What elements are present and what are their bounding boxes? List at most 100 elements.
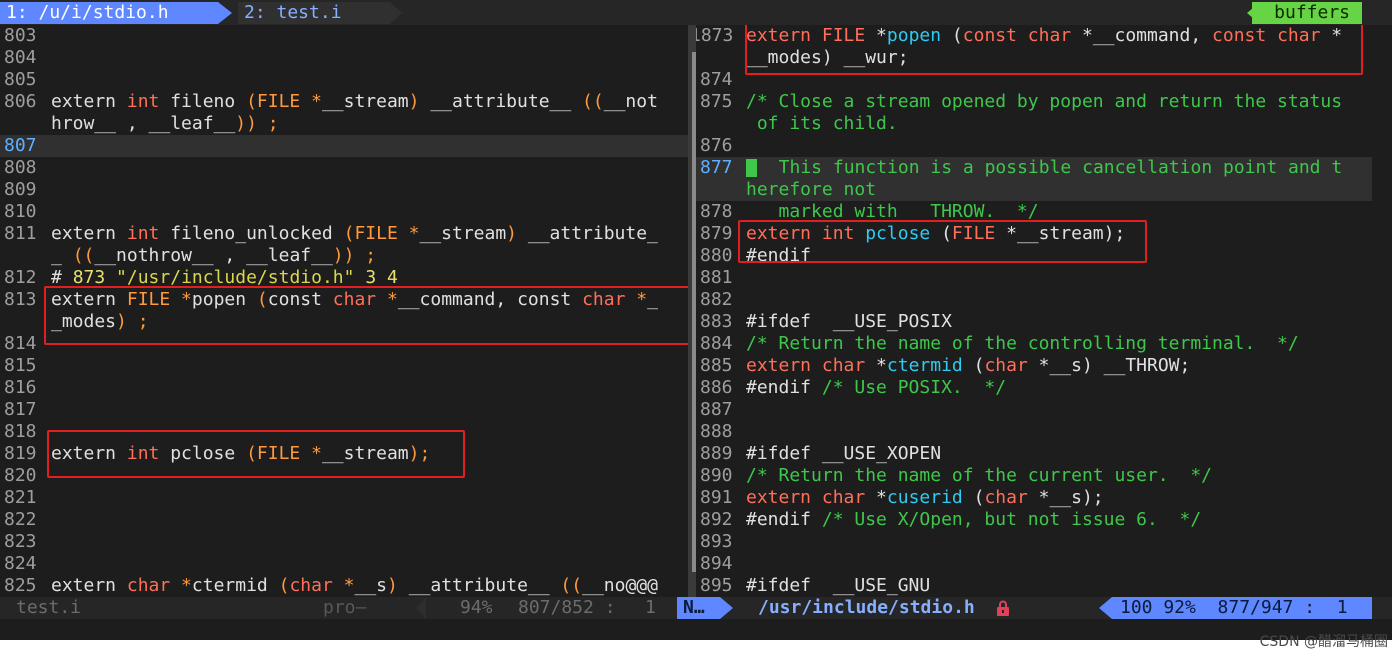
code-token: )) ; xyxy=(332,245,377,266)
code-token: __attribute_ xyxy=(517,223,658,244)
tab-separator-arrow xyxy=(390,2,402,24)
line-number: 879 xyxy=(700,223,733,244)
line-number: 889 xyxy=(700,443,733,464)
code-token: __not xyxy=(603,91,658,112)
code-token: This function is a possible cancellation… xyxy=(757,157,1343,178)
code-token: #endif xyxy=(746,509,822,530)
buffers-label[interactable]: buffers xyxy=(1252,2,1362,24)
line-number: 806 xyxy=(4,91,37,112)
right-status-filename: /usr/include/stdio.h xyxy=(758,597,975,618)
left-status-column: 1 xyxy=(645,597,656,618)
code-token: ctermid xyxy=(886,355,974,376)
code-token: ( xyxy=(973,487,985,508)
code-text: _ ((__nothrow__ , __leaf__)) ; xyxy=(51,245,376,267)
code-text: #endif /* Use X/Open, but not issue 6. *… xyxy=(746,509,1201,531)
statusline: test.i pro– 94% 807/852 : 1 N… /usr/incl… xyxy=(0,597,1392,619)
code-text: extern int fileno (FILE *__stream) __att… xyxy=(51,91,658,113)
line-number: 805 xyxy=(4,69,37,90)
code-text: extern int fileno_unlocked (FILE *__stre… xyxy=(51,223,658,245)
code-token: #ifdef __USE_POSIX xyxy=(746,311,952,332)
line-number: 884 xyxy=(700,333,733,354)
code-token: extern xyxy=(51,223,127,244)
code-token: *__s); xyxy=(1038,487,1104,508)
line-number: 878 xyxy=(700,201,733,222)
line-number: 880 xyxy=(700,245,733,266)
line-number: 894 xyxy=(700,553,733,574)
code-token: extern xyxy=(51,575,127,596)
code-token: (FILE * xyxy=(246,91,322,112)
code-text: hrow__ , __leaf__)) ; xyxy=(51,113,279,135)
line-number: 818 xyxy=(4,421,37,442)
code-token: /* Close a stream opened by popen and re… xyxy=(746,91,1343,112)
line-number: 883 xyxy=(700,311,733,332)
status-separator-arrow xyxy=(416,597,426,619)
code-token: fileno_unlocked xyxy=(159,223,344,244)
code-text: extern char *ctermid (char *__s) __THROW… xyxy=(746,355,1190,377)
right-margin xyxy=(1372,25,1392,597)
code-token: ) xyxy=(408,91,420,112)
line-number: 824 xyxy=(4,553,37,574)
line-number: 887 xyxy=(700,399,733,420)
code-token: __attribute__ xyxy=(419,91,583,112)
code-token: char xyxy=(821,355,877,376)
right-status-position: 100 92% 877/947 : 1 xyxy=(1112,597,1372,619)
code-token: ) xyxy=(506,223,518,244)
left-editor-pane[interactable]: 803 804 805 806 extern int fileno (FILE *__s… xyxy=(0,25,688,597)
line-number: 891 xyxy=(700,487,733,508)
code-token: ) xyxy=(387,575,398,596)
code-token: 873 xyxy=(72,267,106,288)
code-token: (FILE * xyxy=(343,223,420,244)
mode-indicator-arrow xyxy=(720,597,733,619)
code-text: #endif /* Use POSIX. */ xyxy=(746,377,1006,399)
code-token: (( xyxy=(560,575,583,596)
code-token: int xyxy=(126,223,160,244)
code-token: int xyxy=(126,91,160,112)
code-token: (( xyxy=(582,91,604,112)
text-cursor xyxy=(746,159,757,177)
left-status-filetype: pro– xyxy=(323,597,367,618)
line-number: 813 xyxy=(4,289,37,310)
code-token: # xyxy=(51,267,73,288)
line-number: 881 xyxy=(700,267,733,288)
line-number: 882 xyxy=(700,289,733,310)
code-text: /* Return the name of the current user. … xyxy=(746,465,1212,487)
line-number: 812 xyxy=(4,267,37,288)
code-token: char xyxy=(126,575,171,596)
tab-test-i[interactable]: 2: test.i xyxy=(238,2,390,24)
code-token: __stream xyxy=(321,91,409,112)
code-token: ( xyxy=(278,575,290,596)
right-editor-pane[interactable]: 1873extern FILE *popen (const char *__co… xyxy=(696,25,1372,597)
code-text: /* Close a stream opened by popen and re… xyxy=(746,91,1342,113)
code-token: /* Use POSIX. */ xyxy=(821,377,1007,398)
code-token: 3 4 xyxy=(365,267,398,288)
code-token: #ifdef __USE_XOPEN xyxy=(746,443,942,464)
code-token: char xyxy=(289,575,333,596)
line-number: 885 xyxy=(700,355,733,376)
line-number: 816 xyxy=(4,377,37,398)
code-token: *__s) __THROW; xyxy=(1038,355,1191,376)
line-number: 810 xyxy=(4,201,37,222)
vim-window: 1: /u/i/stdio.h 2: test.i buffers 803 804… xyxy=(0,0,1392,640)
code-token: extern xyxy=(746,355,822,376)
code-text: /* Return the name of the controlling te… xyxy=(746,333,1299,355)
code-text: #ifdef __USE_GNU xyxy=(746,575,930,597)
left-status-filename: test.i xyxy=(16,597,82,618)
line-number: 888 xyxy=(700,421,733,442)
code-token: "/usr/include/stdio.h" xyxy=(116,267,355,288)
code-token: * xyxy=(170,575,192,596)
mode-indicator: N… xyxy=(677,597,720,619)
code-token: fileno xyxy=(159,91,247,112)
line-number: 886 xyxy=(700,377,733,398)
tab-stdio-h[interactable]: 1: /u/i/stdio.h xyxy=(0,2,218,24)
line-number: 825 xyxy=(4,575,37,596)
code-token: #endif xyxy=(746,377,822,398)
line-number: 1873 xyxy=(696,25,734,46)
line-number: 823 xyxy=(4,531,37,552)
code-token: /* Return the name of the controlling te… xyxy=(746,333,1299,354)
code-token: __no@@@ xyxy=(582,575,658,596)
tabline: 1: /u/i/stdio.h 2: test.i buffers xyxy=(0,0,1392,25)
line-number: 808 xyxy=(4,157,37,178)
code-token: char xyxy=(984,487,1039,508)
cursor-line-highlight xyxy=(0,135,688,157)
